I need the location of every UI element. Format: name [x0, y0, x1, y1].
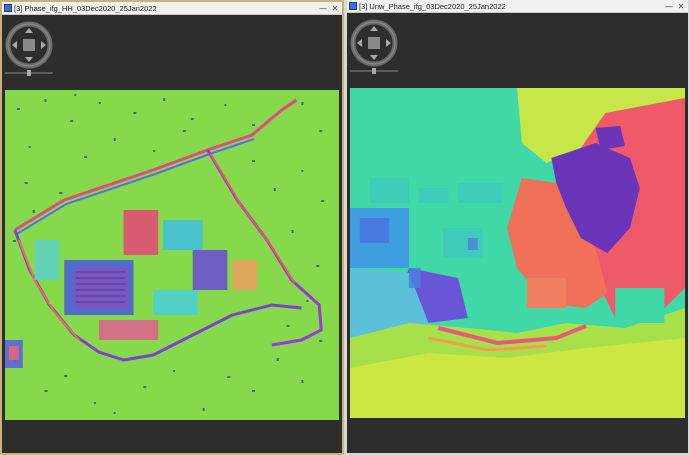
minimize-button[interactable]: —: [664, 2, 674, 11]
close-button[interactable]: ✕: [676, 2, 686, 11]
image-viewport[interactable]: [347, 13, 688, 453]
image-view-icon: [4, 4, 12, 12]
minimize-button[interactable]: —: [318, 4, 328, 13]
pan-zoom-compass-icon[interactable]: [350, 19, 398, 75]
window-titlebar[interactable]: [3] Phase_ifg_HH_03Dec2020_25Jan2022 — ✕: [2, 2, 342, 15]
image-view-icon: [349, 2, 357, 10]
close-button[interactable]: ✕: [330, 4, 340, 13]
image-viewport[interactable]: [2, 15, 342, 453]
unwrapped-phase-image: [350, 88, 685, 418]
window-title: [3] Phase_ifg_HH_03Dec2020_25Jan2022: [14, 3, 157, 13]
wrapped-phase-window: [3] Phase_ifg_HH_03Dec2020_25Jan2022 — ✕: [0, 0, 344, 455]
wrapped-phase-image: [5, 90, 339, 420]
unwrapped-phase-window: [3] Unw_Phase_ifg_03Dec2020_25Jan2022 — …: [345, 0, 690, 455]
window-titlebar[interactable]: [3] Unw_Phase_ifg_03Dec2020_25Jan2022 — …: [347, 0, 688, 13]
pan-zoom-compass-icon[interactable]: [5, 21, 53, 77]
window-title: [3] Unw_Phase_ifg_03Dec2020_25Jan2022: [359, 1, 506, 11]
